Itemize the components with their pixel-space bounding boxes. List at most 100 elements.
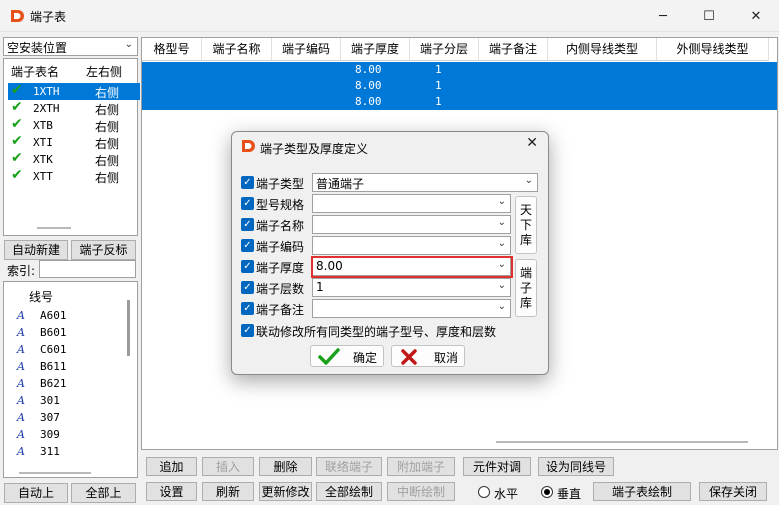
wire-a-icon: A xyxy=(17,377,25,390)
link-modify-checkbox[interactable]: ✓ xyxy=(241,324,254,337)
column-header[interactable]: 端子备注 xyxy=(479,38,548,61)
horizontal-scrollbar[interactable] xyxy=(37,227,71,229)
horizontal-scrollbar[interactable] xyxy=(19,472,91,474)
list-item[interactable]: A 309 xyxy=(17,428,60,445)
window-title: 端子表 xyxy=(30,10,67,24)
vertical-radio[interactable] xyxy=(541,486,553,498)
terminal-type-dialog: 端子类型及厚度定义 ✕ ✓ 端子类型 普通端子 ⌄ ✓ 型号规格 ⌄ ✓ 端子名… xyxy=(231,131,549,375)
link-terminal-button[interactable]: 联络端子 xyxy=(316,457,382,476)
list-item[interactable]: A C601 xyxy=(17,343,67,360)
chevron-down-icon: ⌄ xyxy=(497,301,506,312)
location-combo[interactable]: 空安装位置 ⌄ xyxy=(3,37,138,56)
horizontal-radio[interactable] xyxy=(478,486,490,498)
auto-new-button[interactable]: 自动新建 xyxy=(4,240,68,260)
terminal-code-select[interactable]: ⌄ xyxy=(312,236,511,255)
location-combo-value: 空安装位置 xyxy=(7,41,68,55)
all-up-button[interactable]: 全部上 xyxy=(71,483,136,503)
list-item[interactable]: ✔ 2XTH 右侧 xyxy=(8,99,140,117)
list-item[interactable]: A 311 xyxy=(17,445,60,462)
wire-a-icon: A xyxy=(17,309,25,322)
settings-button[interactable]: 设置 xyxy=(146,482,197,501)
list-item[interactable]: A A601 xyxy=(17,309,67,326)
wire-a-icon: A xyxy=(17,394,25,407)
column-header[interactable]: 端子厚度 xyxy=(341,38,410,61)
auto-up-button[interactable]: 自动上 xyxy=(4,483,68,503)
wire-a-icon: A xyxy=(17,343,25,356)
wire-a-icon: A xyxy=(17,411,25,424)
list-item[interactable]: ✔ XTK 右侧 xyxy=(8,150,140,168)
attach-terminal-button[interactable]: 附加端子 xyxy=(387,457,455,476)
model-spec-select[interactable]: ⌄ xyxy=(312,194,511,213)
column-header[interactable]: 格型号 xyxy=(142,38,202,61)
horizontal-radio-label: 水平 xyxy=(494,487,519,501)
save-close-button[interactable]: 保存关闭 xyxy=(699,482,767,501)
swap-components-button[interactable]: 元件对调 xyxy=(463,457,531,476)
field-label: 端子类型 xyxy=(256,177,305,191)
list-item[interactable]: ✔ XTI 右侧 xyxy=(8,133,140,151)
tianxia-library-button[interactable]: 天 下 库 xyxy=(515,196,537,254)
update-changes-button[interactable]: 更新修改 xyxy=(259,482,312,501)
terminal-name-select[interactable]: ⌄ xyxy=(312,215,511,234)
column-header[interactable]: 端子名称 xyxy=(202,38,272,61)
vertical-radio-label: 垂直 xyxy=(557,487,582,501)
vertical-scrollbar[interactable] xyxy=(127,300,130,356)
thickness-checkbox[interactable]: ✓ xyxy=(241,260,254,273)
append-button[interactable]: 追加 xyxy=(146,457,197,476)
dialog-close-icon[interactable]: ✕ xyxy=(526,135,538,151)
column-header[interactable]: 外侧导线类型 xyxy=(657,38,769,61)
line-number-list[interactable]: 线号 A A601 A B601 A C601 A B611 A B621 A 301 A3… xyxy=(3,281,138,478)
list-item[interactable]: ✔ XTT 右侧 xyxy=(8,167,140,185)
remark-select[interactable]: ⌄ xyxy=(312,299,511,318)
close-icon: ✕ xyxy=(750,8,762,24)
wire-a-icon: A xyxy=(17,445,25,458)
column-header[interactable]: 端子编码 xyxy=(272,38,341,61)
field-label: 端子备注 xyxy=(256,303,305,317)
thickness-highlight xyxy=(311,256,513,278)
code-checkbox[interactable]: ✓ xyxy=(241,239,254,252)
model-checkbox[interactable]: ✓ xyxy=(241,197,254,210)
list-item[interactable]: ✔ XTB 右侧 xyxy=(8,116,140,134)
list-item[interactable]: A B621 xyxy=(17,377,67,394)
chevron-down-icon: ⌄ xyxy=(524,175,533,186)
type-checkbox[interactable]: ✓ xyxy=(241,176,254,189)
wire-a-icon: A xyxy=(17,326,25,339)
check-icon: ✔ xyxy=(11,82,23,98)
table-row[interactable]: 8.00 1 xyxy=(142,94,777,110)
column-header[interactable]: 内侧导线类型 xyxy=(548,38,657,61)
list-item[interactable]: A 307 xyxy=(17,411,60,428)
list-item[interactable]: A B601 xyxy=(17,326,67,343)
terminal-library-button[interactable]: 端 子 库 xyxy=(515,259,537,317)
insert-button[interactable]: 插入 xyxy=(202,457,254,476)
horizontal-scrollbar[interactable] xyxy=(496,441,748,443)
list-item[interactable]: A 301 xyxy=(17,394,60,411)
refresh-button[interactable]: 刷新 xyxy=(202,482,254,501)
stop-drawing-button[interactable]: 中断绘制 xyxy=(387,482,455,501)
cancel-button[interactable]: 取消 xyxy=(391,345,465,367)
terminal-list-header-name: 端子表名 xyxy=(11,65,60,79)
table-row[interactable]: 8.00 1 xyxy=(142,78,777,94)
name-checkbox[interactable]: ✓ xyxy=(241,218,254,231)
column-header[interactable]: 端子分层 xyxy=(410,38,479,61)
layers-select[interactable]: 1 ⌄ xyxy=(312,278,511,297)
field-label: 端子编码 xyxy=(256,240,305,254)
draw-terminal-table-button[interactable]: 端子表绘制 xyxy=(593,482,691,501)
draw-all-button[interactable]: 全部绘制 xyxy=(316,482,382,501)
set-same-line-button[interactable]: 设为同线号 xyxy=(538,457,614,476)
terminal-list[interactable]: 端子表名 左右侧 ✔ 1XTH 右侧 ✔ 2XTH 右侧 ✔ XTB 右侧 ✔ … xyxy=(3,58,140,236)
delete-button[interactable]: 删除 xyxy=(259,457,312,476)
terminal-reverse-button[interactable]: 端子反标 xyxy=(71,240,136,260)
minimize-button[interactable]: ─ xyxy=(640,0,686,32)
list-item[interactable]: ✔ 1XTH 右侧 xyxy=(8,82,140,100)
ok-button[interactable]: 确定 xyxy=(310,345,384,367)
index-input[interactable] xyxy=(39,260,136,278)
list-item[interactable]: A B611 xyxy=(17,360,67,377)
remark-checkbox[interactable]: ✓ xyxy=(241,302,254,315)
chevron-down-icon: ⌄ xyxy=(497,196,506,207)
maximize-button[interactable]: ☐ xyxy=(686,0,732,32)
terminal-type-select[interactable]: 普通端子 ⌄ xyxy=(312,173,538,192)
close-button[interactable]: ✕ xyxy=(733,0,779,32)
table-row[interactable]: 8.00 1 xyxy=(142,62,777,78)
field-label: 端子名称 xyxy=(256,219,305,233)
field-label: 端子厚度 xyxy=(256,261,305,275)
layers-checkbox[interactable]: ✓ xyxy=(241,281,254,294)
